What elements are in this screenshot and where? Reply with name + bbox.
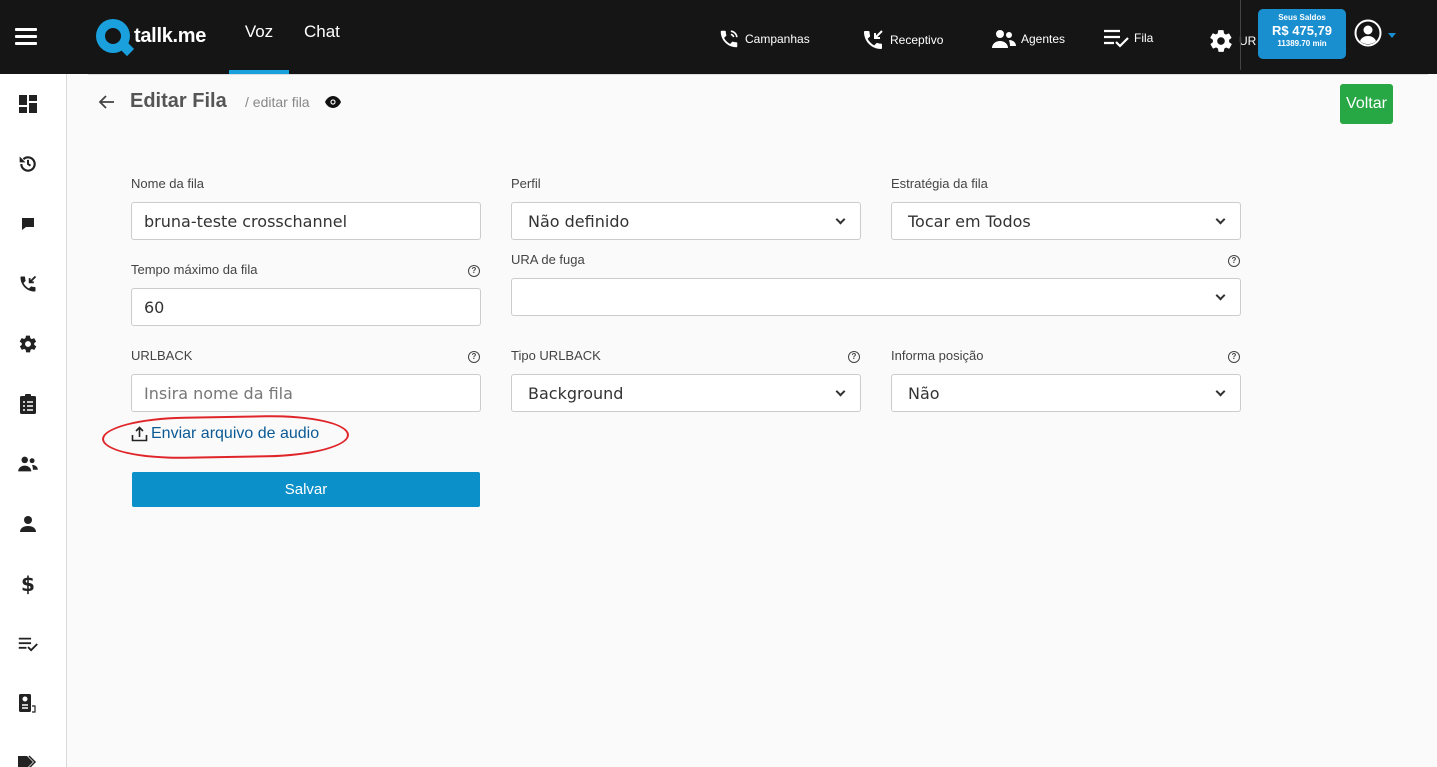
menu-receptivo[interactable]: Receptivo (861, 28, 943, 52)
tags-icon[interactable] (18, 752, 38, 767)
divider (88, 74, 1428, 75)
nome-input[interactable]: bruna-teste crosschannel (131, 202, 481, 240)
chevron-down-icon (835, 386, 846, 396)
menu-agentes[interactable]: Agentes (992, 28, 1065, 50)
logo-mark-icon (96, 19, 130, 53)
clipboard-icon[interactable] (18, 394, 38, 414)
informa-label: Informa posição (891, 348, 984, 363)
phone-ringing-icon (720, 30, 738, 48)
help-icon[interactable]: ? (468, 265, 480, 277)
settings-icon[interactable] (18, 334, 38, 354)
chevron-down-icon (1215, 290, 1226, 300)
tempo-input[interactable]: 60 (131, 288, 481, 326)
chevron-down-icon (1388, 32, 1396, 38)
user-icon[interactable] (18, 514, 38, 534)
tab-voz[interactable]: Voz (229, 22, 289, 42)
menu-ura-label: UR (1239, 34, 1257, 48)
menu-icon[interactable] (15, 28, 37, 46)
menu-receptivo-label: Receptivo (890, 33, 944, 47)
dollar-icon[interactable]: $ (18, 572, 38, 596)
perfil-value: Não definido (528, 211, 630, 231)
queue-icon (1104, 29, 1129, 48)
save-button[interactable]: Salvar (132, 472, 480, 507)
ura-label: URA de fuga (511, 252, 585, 267)
user-menu[interactable] (1354, 19, 1396, 47)
sidebar: $ (0, 74, 67, 767)
brand-logo[interactable]: tallk.me (96, 18, 206, 54)
urlback-label: URLBACK (131, 348, 193, 363)
urlback-input[interactable]: Insira nome da fila (131, 374, 481, 412)
incoming-call-icon (864, 30, 883, 49)
balance-badge[interactable]: Seus Saldos R$ 475,79 11389.70 min (1258, 9, 1346, 59)
ura-select[interactable] (511, 278, 1241, 316)
dashboard-icon[interactable] (18, 94, 38, 114)
menu-agentes-label: Agentes (1021, 32, 1066, 46)
balance-title: Seus Saldos (1278, 13, 1326, 22)
tipo-urlback-label: Tipo URLBACK (511, 348, 601, 363)
gear-icon (1210, 30, 1232, 52)
billing-icon[interactable] (18, 694, 38, 714)
informa-select[interactable]: Não (891, 374, 1241, 412)
history-icon[interactable] (18, 154, 38, 174)
help-icon[interactable]: ? (1228, 255, 1240, 267)
estrategia-label: Estratégia da fila (891, 176, 988, 191)
help-icon[interactable]: ? (848, 351, 860, 363)
page-title: Editar Fila (130, 90, 227, 112)
voltar-button[interactable]: Voltar (1340, 84, 1393, 124)
menu-campanhas[interactable]: Campanhas (718, 28, 810, 50)
help-icon[interactable]: ? (1228, 351, 1240, 363)
brand-name: tallk.me (134, 24, 207, 47)
breadcrumb: / editar fila (245, 94, 310, 110)
help-icon[interactable]: ? (468, 351, 480, 363)
tempo-label: Tempo máximo da fila (131, 262, 258, 277)
chevron-down-icon (1215, 214, 1226, 224)
menu-fila[interactable]: Fila (1103, 28, 1153, 48)
urlback-placeholder: Insira nome da fila (144, 383, 293, 403)
agents-icon[interactable] (18, 454, 38, 474)
menu-fila-label: Fila (1134, 31, 1154, 45)
agents-icon (992, 30, 1016, 48)
tempo-value: 60 (144, 297, 165, 317)
menu-ura[interactable]: UR (1208, 28, 1256, 54)
eye-icon[interactable] (325, 96, 341, 108)
queue-icon[interactable] (18, 634, 38, 654)
chevron-down-icon (1215, 386, 1226, 396)
chevron-down-icon (835, 214, 846, 224)
divider (1240, 0, 1241, 70)
user-circle-icon (1354, 19, 1382, 47)
balance-amount: R$ 475,79 (1272, 23, 1332, 38)
perfil-select[interactable]: Não definido (511, 202, 861, 240)
estrategia-value: Tocar em Todos (908, 211, 1031, 231)
balance-minutes: 11389.70 min (1277, 39, 1327, 48)
menu-campanhas-label: Campanhas (745, 32, 810, 46)
nome-value: bruna-teste crosschannel (144, 211, 348, 231)
perfil-label: Perfil (511, 176, 541, 191)
tipo-urlback-select[interactable]: Background (511, 374, 861, 412)
estrategia-select[interactable]: Tocar em Todos (891, 202, 1241, 240)
informa-value: Não (908, 383, 940, 403)
annotation-circle (101, 413, 350, 461)
tipo-urlback-value: Background (528, 383, 624, 403)
nome-label: Nome da fila (131, 176, 204, 191)
tab-chat[interactable]: Chat (304, 22, 340, 42)
top-navbar: tallk.me Voz Chat Campanhas Receptivo Ag… (0, 0, 1437, 74)
incoming-call-icon[interactable] (18, 274, 38, 294)
chat-icon[interactable] (18, 214, 38, 234)
back-arrow-icon[interactable] (98, 93, 116, 111)
